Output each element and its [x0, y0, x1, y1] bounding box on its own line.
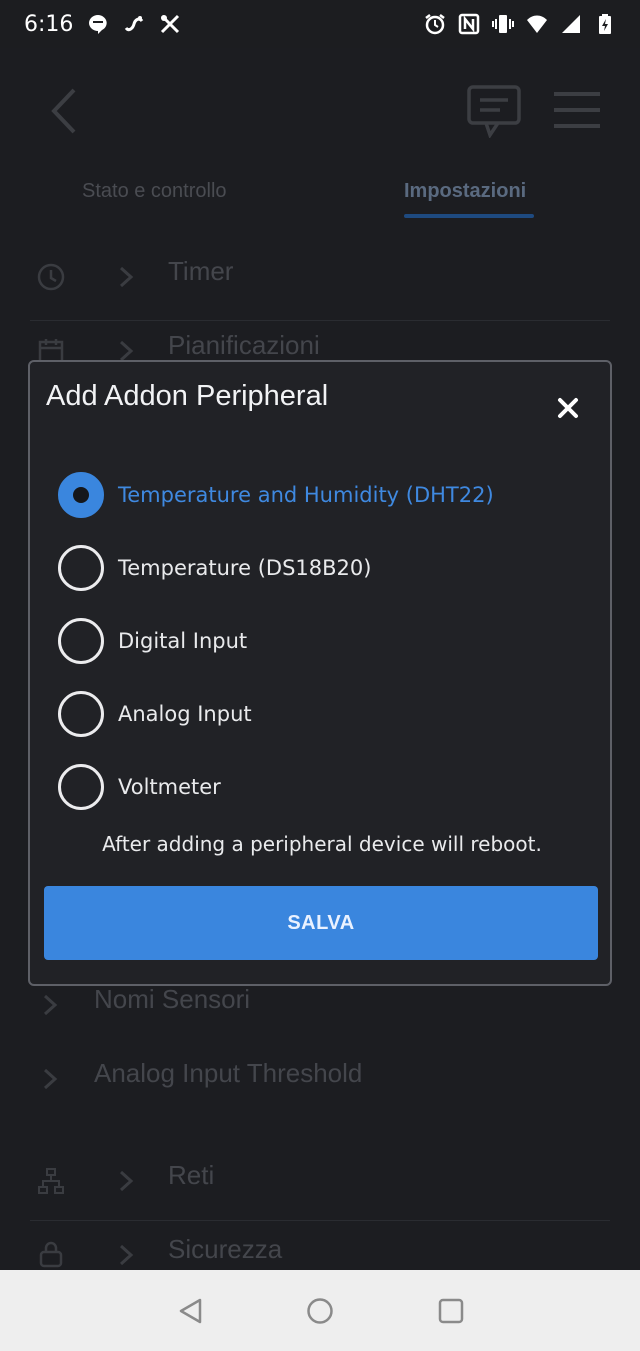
peripheral-options: Temperature and Humidity (DHT22) Tempera… — [58, 458, 598, 823]
radio-button[interactable] — [58, 763, 104, 810]
row-label: Timer — [168, 256, 234, 286]
clock-icon — [37, 263, 65, 291]
row-label: Nomi Sensori — [94, 984, 251, 1014]
row-label: Reti — [168, 1160, 215, 1190]
wifi-icon — [527, 15, 547, 33]
option-label: Temperature and Humidity (DHT22) — [118, 482, 494, 507]
radio-button[interactable] — [58, 690, 104, 737]
settings-row-analog-input-threshold[interactable]: Analog Input Threshold — [0, 1044, 640, 1114]
chevron-right-icon — [119, 266, 134, 288]
recents-square-icon[interactable] — [436, 1296, 466, 1326]
status-time: 6:16 — [24, 11, 74, 37]
dialog-title: Add Addon Peripheral — [46, 380, 329, 412]
chevron-right-icon — [119, 1170, 134, 1192]
tab-impostazioni[interactable]: Impostazioni — [404, 180, 526, 203]
option-digital-input[interactable]: Digital Input — [58, 604, 598, 677]
chevron-right-icon — [119, 1244, 134, 1266]
lock-icon — [39, 1241, 63, 1268]
option-dht22[interactable]: Temperature and Humidity (DHT22) — [58, 458, 598, 531]
radio-button-selected[interactable] — [58, 471, 104, 518]
vibrate-icon — [492, 15, 514, 33]
signal-icon — [562, 15, 580, 33]
back-arrow-icon[interactable] — [44, 86, 84, 136]
row-label: Pianificazioni — [168, 330, 320, 360]
radio-button[interactable] — [58, 544, 104, 591]
message-icon — [89, 15, 108, 34]
row-label: Analog Input Threshold — [94, 1058, 363, 1088]
option-voltmeter[interactable]: Voltmeter — [58, 750, 598, 823]
nfc-icon — [458, 13, 480, 35]
chevron-right-icon — [43, 994, 58, 1016]
add-addon-peripheral-dialog: Add Addon Peripheral Temperature and Hum… — [28, 360, 612, 986]
alarm-icon — [425, 14, 445, 35]
reboot-note: After adding a peripheral device will re… — [102, 832, 542, 856]
row-label: Sicurezza — [168, 1234, 283, 1264]
tools-icon — [161, 14, 180, 34]
home-circle-icon[interactable] — [305, 1296, 335, 1326]
chat-icon[interactable] — [466, 84, 522, 138]
radio-button[interactable] — [58, 617, 104, 664]
option-label: Analog Input — [118, 701, 252, 726]
chevron-right-icon — [43, 1068, 58, 1090]
hamburger-menu-icon[interactable] — [552, 90, 602, 130]
network-icon — [38, 1168, 64, 1194]
status-bar: 6:16 — [0, 0, 640, 48]
back-triangle-icon[interactable] — [176, 1296, 206, 1326]
settings-row-reti[interactable]: Reti — [0, 1146, 640, 1216]
option-label: Voltmeter — [118, 774, 221, 799]
system-nav-bar — [0, 1270, 640, 1351]
option-ds18b20[interactable]: Temperature (DS18B20) — [58, 531, 598, 604]
option-label: Temperature (DS18B20) — [118, 555, 372, 580]
app-header — [0, 48, 640, 173]
close-icon[interactable] — [552, 392, 584, 424]
option-label: Digital Input — [118, 628, 248, 653]
tab-stato-e-controllo[interactable]: Stato e controllo — [82, 180, 227, 203]
tab-bar: Stato e controllo Impostazioni — [0, 176, 640, 226]
active-tab-indicator — [404, 214, 534, 218]
save-button[interactable]: SALVA — [44, 886, 598, 960]
option-analog-input[interactable]: Analog Input — [58, 677, 598, 750]
link-icon — [125, 16, 144, 32]
settings-row-timer[interactable]: Timer — [0, 242, 640, 312]
battery-icon — [599, 14, 611, 34]
